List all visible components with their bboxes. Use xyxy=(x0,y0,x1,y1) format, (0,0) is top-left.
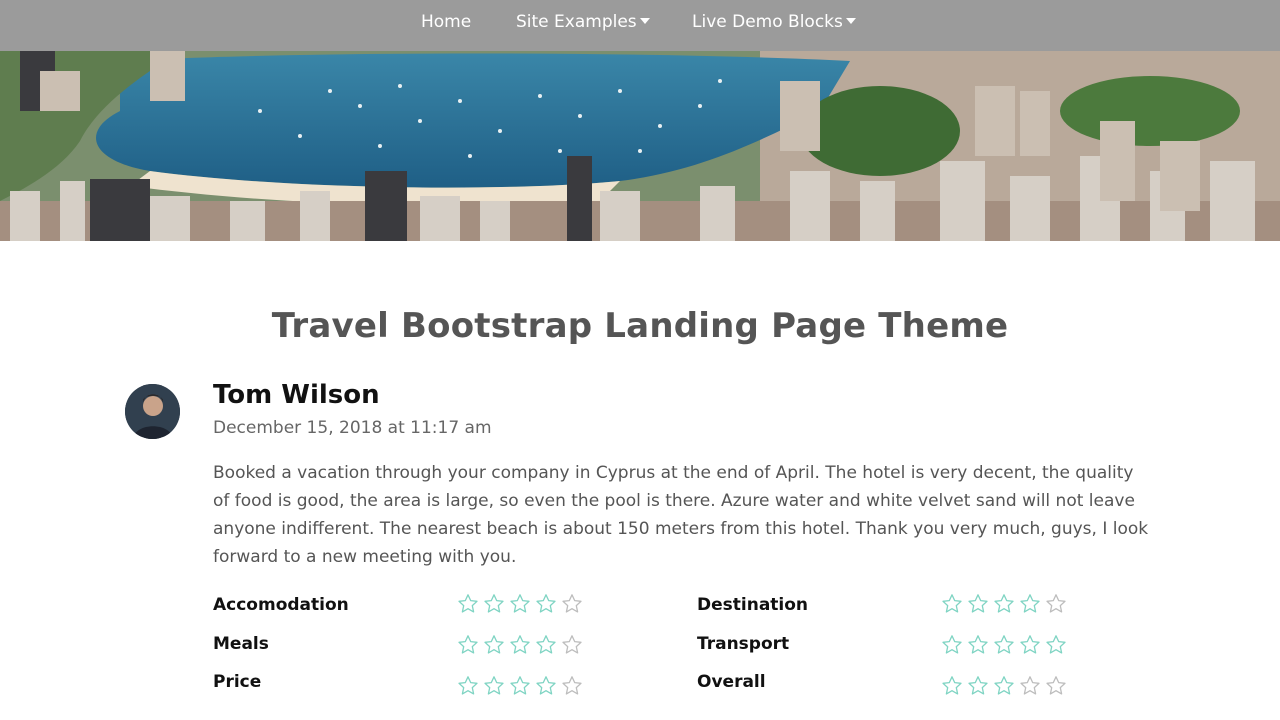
star-filled-icon[interactable] xyxy=(509,634,531,656)
star-filled-icon[interactable] xyxy=(993,593,1015,615)
star-filled-icon[interactable] xyxy=(483,593,505,615)
star-empty-icon[interactable] xyxy=(561,634,583,656)
star-empty-icon[interactable] xyxy=(1045,675,1067,697)
rating-label-destination: Destination xyxy=(697,595,809,615)
rating-stars-price xyxy=(457,675,583,699)
star-filled-icon[interactable] xyxy=(457,675,479,697)
star-filled-icon[interactable] xyxy=(967,634,989,656)
reviewer-avatar xyxy=(125,384,180,439)
star-filled-icon[interactable] xyxy=(993,675,1015,697)
rating-label-meals: Meals xyxy=(213,634,269,654)
rating-label-overall: Overall xyxy=(697,672,766,692)
star-filled-icon[interactable] xyxy=(1019,634,1041,656)
rating-label-price: Price xyxy=(213,672,262,692)
hero-banner-image xyxy=(0,51,1280,241)
review-date: December 15, 2018 at 11:17 am xyxy=(213,418,492,438)
star-filled-icon[interactable] xyxy=(941,634,963,656)
review-text: Booked a vacation through your company i… xyxy=(213,463,1149,567)
nav-site-examples-label: Site Examples xyxy=(516,12,637,32)
nav-home-label: Home xyxy=(421,12,472,32)
rating-label-accomodation: Accomodation xyxy=(213,595,349,615)
rating-stars-destination xyxy=(941,593,1067,617)
reviewer-name: Tom Wilson xyxy=(213,380,380,410)
chevron-down-icon xyxy=(639,18,650,24)
star-filled-icon[interactable] xyxy=(535,593,557,615)
rating-stars-meals xyxy=(457,634,583,658)
top-navbar: Home Site Examples Live Demo Blocks xyxy=(0,0,1280,51)
nav-site-examples[interactable]: Site Examples xyxy=(516,0,650,45)
rating-stars-transport xyxy=(941,634,1067,658)
nav-live-demo-blocks[interactable]: Live Demo Blocks xyxy=(692,0,856,45)
city-bay-illustration xyxy=(0,51,1280,241)
star-empty-icon[interactable] xyxy=(561,675,583,697)
star-filled-icon[interactable] xyxy=(967,593,989,615)
star-filled-icon[interactable] xyxy=(1045,634,1067,656)
star-filled-icon[interactable] xyxy=(509,675,531,697)
star-filled-icon[interactable] xyxy=(483,675,505,697)
chevron-down-icon xyxy=(845,18,856,24)
star-filled-icon[interactable] xyxy=(483,634,505,656)
star-filled-icon[interactable] xyxy=(1019,593,1041,615)
nav-live-demo-blocks-label: Live Demo Blocks xyxy=(692,12,843,32)
rating-stars-accomodation xyxy=(457,593,583,617)
nav-home[interactable]: Home xyxy=(421,0,471,45)
star-filled-icon[interactable] xyxy=(457,634,479,656)
star-filled-icon[interactable] xyxy=(535,675,557,697)
star-filled-icon[interactable] xyxy=(509,593,531,615)
star-filled-icon[interactable] xyxy=(967,675,989,697)
star-filled-icon[interactable] xyxy=(457,593,479,615)
star-filled-icon[interactable] xyxy=(941,675,963,697)
star-filled-icon[interactable] xyxy=(993,634,1015,656)
star-empty-icon[interactable] xyxy=(1019,675,1041,697)
rating-label-transport: Transport xyxy=(697,634,790,654)
star-filled-icon[interactable] xyxy=(535,634,557,656)
star-empty-icon[interactable] xyxy=(561,593,583,615)
star-empty-icon[interactable] xyxy=(1045,593,1067,615)
avatar-photo-icon xyxy=(125,384,180,439)
rating-stars-overall xyxy=(941,675,1067,699)
page-title: Travel Bootstrap Landing Page Theme xyxy=(271,306,1009,346)
star-filled-icon[interactable] xyxy=(941,593,963,615)
